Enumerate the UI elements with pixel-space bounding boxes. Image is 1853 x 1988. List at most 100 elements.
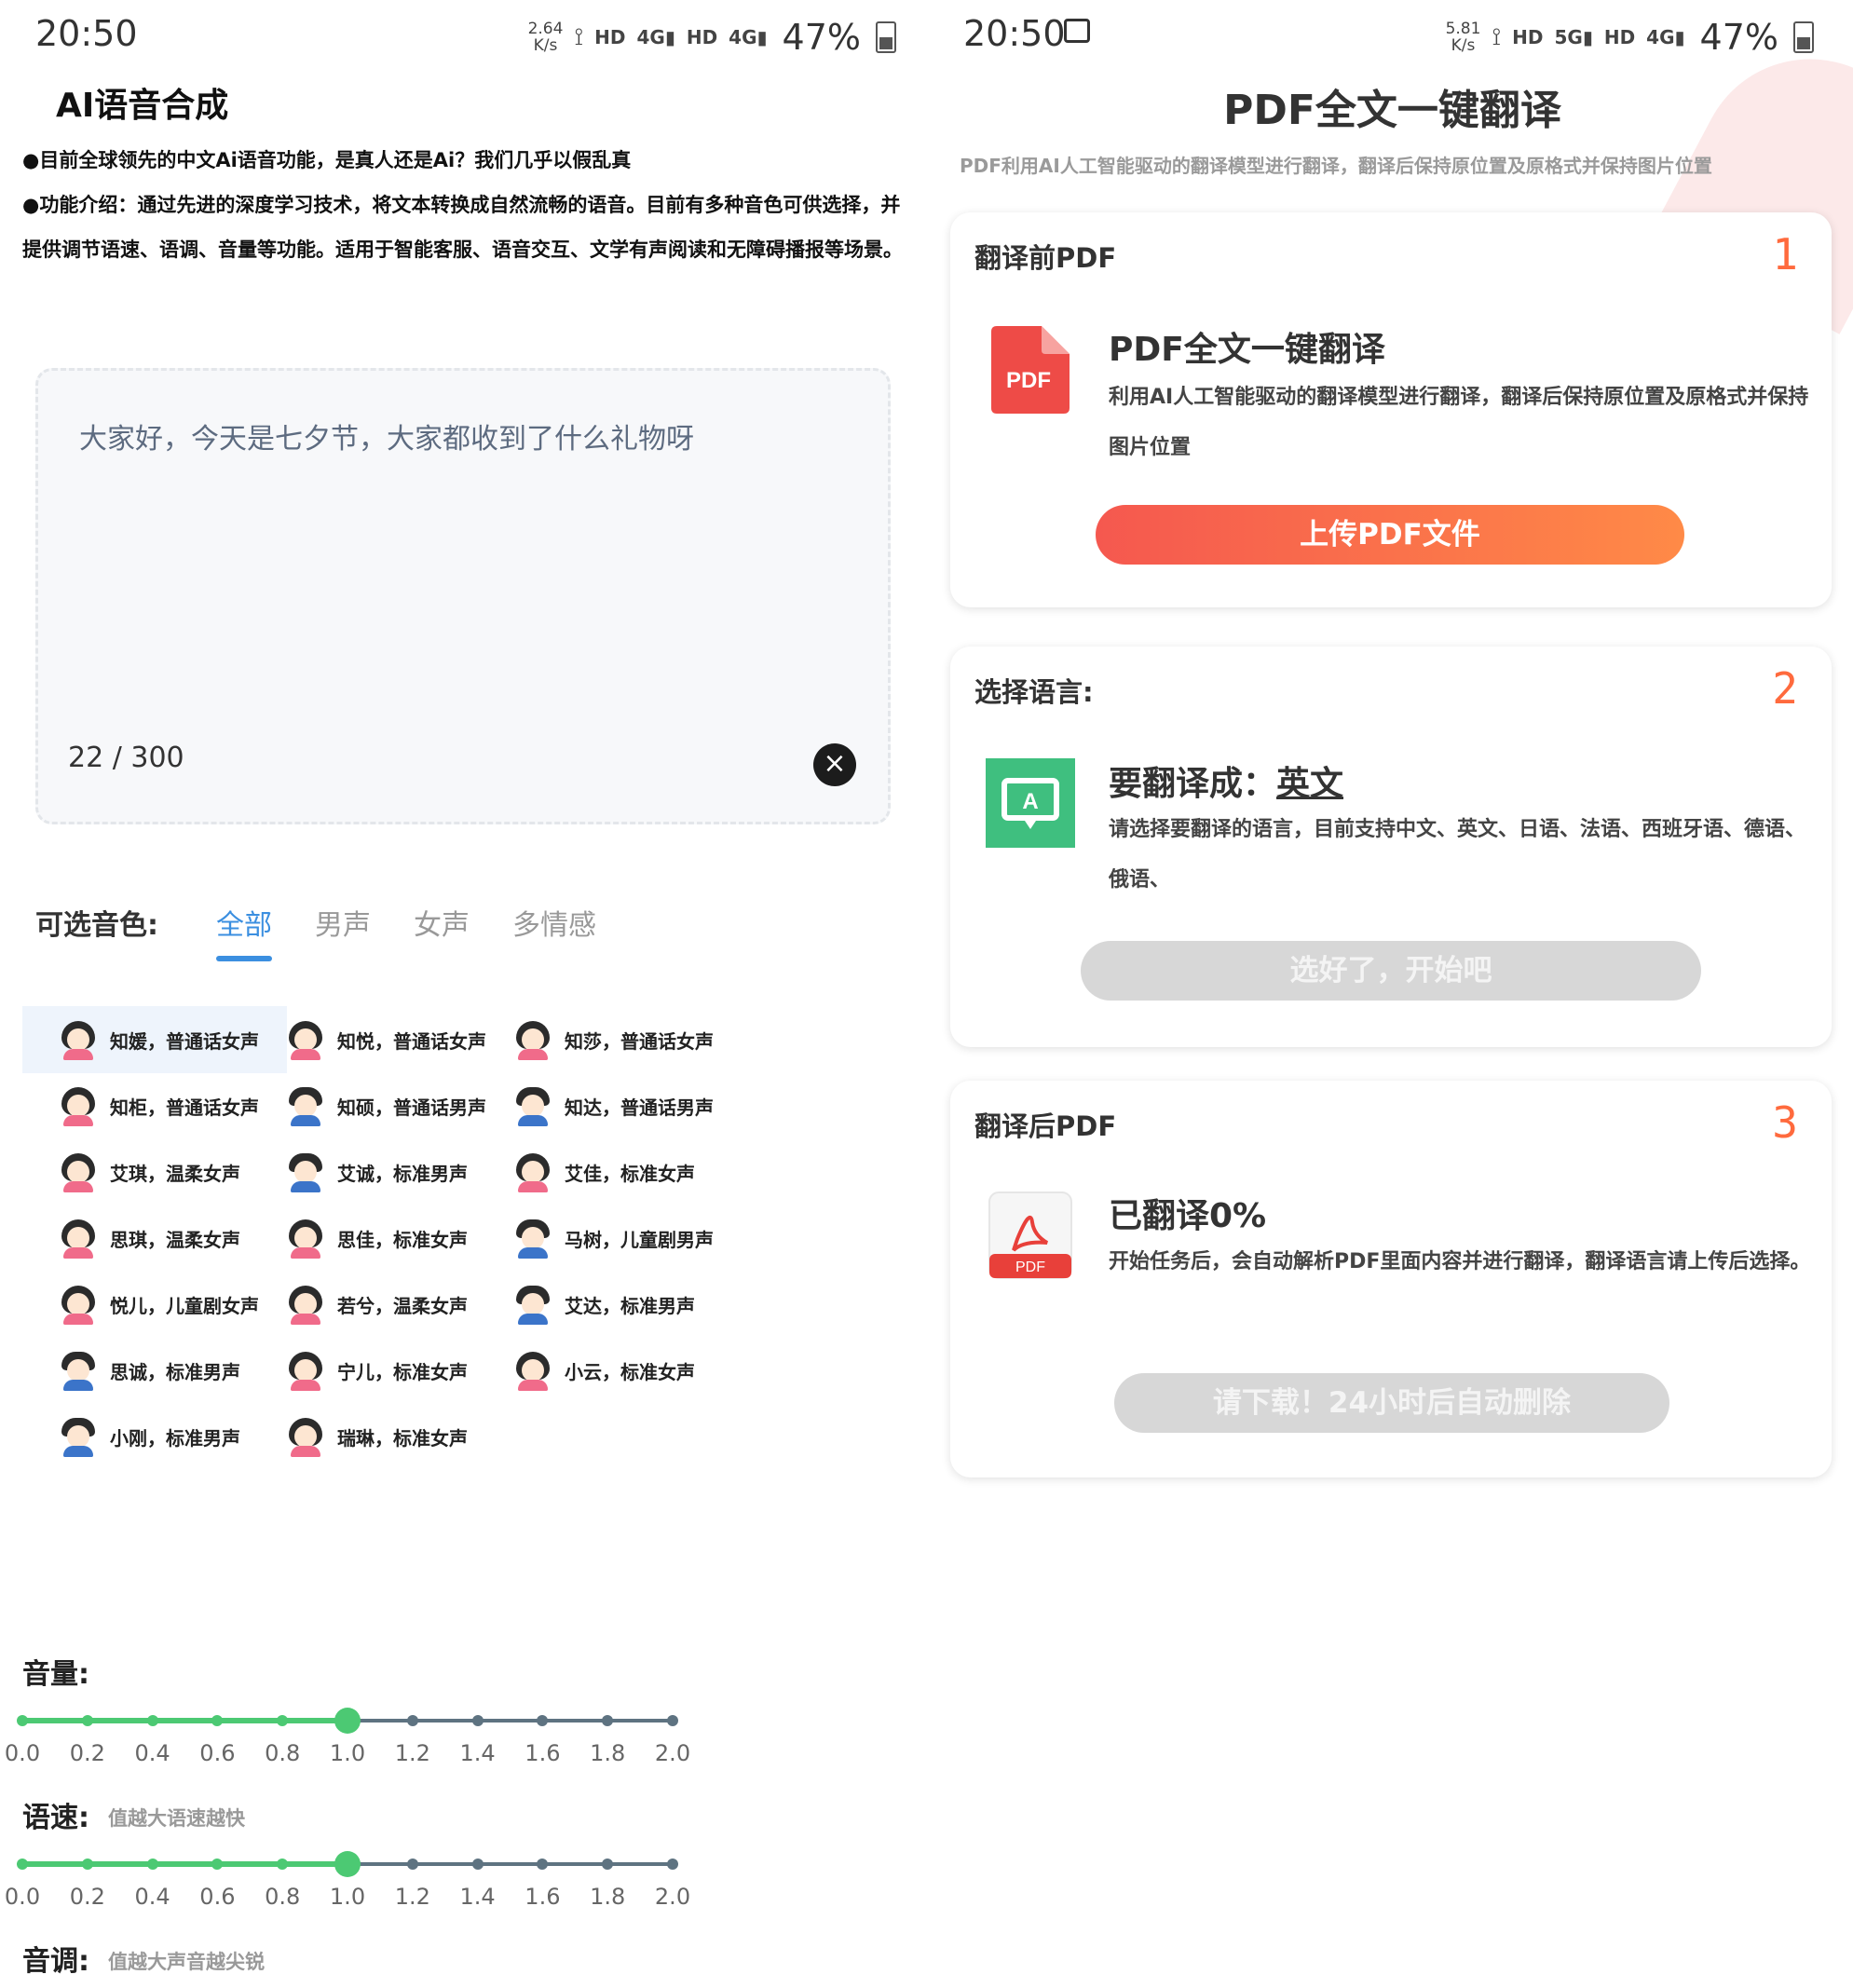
- slider-step-dot[interactable]: [146, 1859, 158, 1870]
- voice-name: 艾诚，标准男声: [337, 1162, 468, 1185]
- voice-option[interactable]: 知硕，普通话男声: [250, 1072, 514, 1139]
- voice-option[interactable]: 瑞琳，标准女声: [250, 1403, 514, 1470]
- voice-name: 瑞琳，标准女声: [337, 1426, 468, 1450]
- signal-icon: 4G▮: [636, 26, 675, 48]
- voice-option[interactable]: 小刚，标准男声: [22, 1403, 287, 1470]
- tick-label: 0.4: [134, 1884, 170, 1910]
- tick-label: 2.0: [654, 1740, 691, 1766]
- slider-step-dot[interactable]: [602, 1859, 614, 1870]
- clear-icon[interactable]: ×: [813, 743, 856, 786]
- tab-female[interactable]: 女声: [414, 902, 470, 961]
- battery-icon: [1793, 21, 1814, 53]
- text-input-area[interactable]: 大家好，今天是七夕节，大家都收到了什么礼物呀 22 / 300 ×: [35, 368, 891, 824]
- female-avatar-icon: [285, 1350, 326, 1391]
- pdf-file-icon: PDF: [986, 322, 1075, 415]
- voice-option[interactable]: 若兮，温柔女声: [250, 1271, 514, 1338]
- slider-step-dot[interactable]: [602, 1715, 614, 1726]
- slider-thumb[interactable]: [334, 1851, 361, 1877]
- download-button[interactable]: 请下载！24小时后自动删除: [1114, 1373, 1669, 1433]
- tick-label: 0.0: [4, 1884, 41, 1910]
- start-button[interactable]: 选好了，开始吧: [1081, 941, 1701, 1001]
- voice-option[interactable]: 艾达，标准男声: [477, 1271, 742, 1338]
- voice-name: 艾佳，标准女声: [565, 1162, 695, 1185]
- slider-step-dot[interactable]: [471, 1715, 484, 1726]
- slider-step-dot[interactable]: [17, 1715, 28, 1726]
- intro-line-2: ●功能介绍：通过先进的深度学习技术，将文本转换成自然流畅的语音。目前有多种音色可…: [22, 194, 903, 261]
- tab-all[interactable]: 全部: [216, 902, 272, 961]
- slider-step-dot[interactable]: [277, 1859, 289, 1870]
- slider-step-dot[interactable]: [211, 1715, 224, 1726]
- volume-slider[interactable]: [17, 1707, 678, 1735]
- hd-label-2: HD: [686, 26, 718, 48]
- slider-step-dot[interactable]: [17, 1859, 28, 1870]
- tick-label: 0.6: [199, 1884, 236, 1910]
- voice-option[interactable]: 艾诚，标准男声: [250, 1138, 514, 1205]
- page-title: PDF全文一键翻译: [1223, 87, 1561, 134]
- voice-option[interactable]: 知媛，普通话女声: [22, 1006, 287, 1073]
- text-content[interactable]: 大家好，今天是七夕节，大家都收到了什么礼物呀: [79, 415, 694, 456]
- tick-label: 0.2: [69, 1740, 105, 1766]
- voice-name: 思诚，标准男声: [110, 1360, 240, 1383]
- voice-option[interactable]: 知悦，普通话女声: [250, 1006, 514, 1073]
- step-number: 1: [1772, 229, 1798, 279]
- card-head: 选择语言:: [974, 676, 1094, 708]
- voice-option[interactable]: 悦儿，儿童剧女声: [22, 1271, 287, 1338]
- slider-step-dot[interactable]: [406, 1715, 418, 1726]
- slider-step-dot[interactable]: [146, 1715, 158, 1726]
- wifi-icon: ⟟: [574, 22, 584, 51]
- card-title: 要翻译成：英文: [1109, 765, 1344, 803]
- female-avatar-icon: [58, 1019, 99, 1060]
- slider-step-dot[interactable]: [537, 1859, 549, 1870]
- slider-fill: [22, 1861, 347, 1867]
- voice-option[interactable]: 思佳，标准女声: [250, 1205, 514, 1272]
- male-avatar-icon: [58, 1350, 99, 1391]
- target-language[interactable]: 英文: [1276, 765, 1343, 803]
- right-screen: 20:50 5.81 K/s ⟟ HD 5G▮ HD 4G▮ 47% PDF全文一…: [932, 0, 1853, 1988]
- slider-step-dot[interactable]: [537, 1715, 549, 1726]
- voice-option[interactable]: 宁儿，标准女声: [250, 1337, 514, 1404]
- tick-label: 1.2: [394, 1740, 430, 1766]
- slider-thumb[interactable]: [334, 1708, 361, 1734]
- male-avatar-icon: [512, 1218, 553, 1259]
- slider-step-dot[interactable]: [471, 1859, 484, 1870]
- tick-label: 2.0: [654, 1884, 691, 1910]
- voice-name: 知悦，普通话女声: [337, 1029, 486, 1053]
- voice-option[interactable]: 知柜，普通话女声: [22, 1072, 287, 1139]
- slider-step-dot[interactable]: [667, 1859, 678, 1870]
- card-upload: 翻译前PDF 1 PDF PDF全文一键翻译 利用AI人工智能驱动的翻译模型进行…: [950, 212, 1832, 607]
- voice-option[interactable]: 知莎，普通话女声: [477, 1006, 742, 1073]
- slider-fill: [22, 1718, 347, 1723]
- female-avatar-icon: [58, 1284, 99, 1325]
- voice-option[interactable]: 思诚，标准男声: [22, 1337, 287, 1404]
- slider-step-dot[interactable]: [81, 1715, 93, 1726]
- voice-option[interactable]: 艾佳，标准女声: [477, 1138, 742, 1205]
- step-number: 3: [1772, 1097, 1798, 1148]
- card-head: 翻译前PDF: [974, 242, 1117, 274]
- voice-option[interactable]: 知达，普通话男声: [477, 1072, 742, 1139]
- pitch-label: 音调:: [22, 1945, 89, 1978]
- tick-label: 0.2: [69, 1884, 105, 1910]
- voice-option[interactable]: 马树，儿童剧男声: [477, 1205, 742, 1272]
- page-subtitle: PDF利用AI人工智能驱动的翻译模型进行翻译，翻译后保持原位置及原格式并保持图片…: [960, 155, 1712, 177]
- slider-step-dot[interactable]: [81, 1859, 93, 1870]
- speed-slider[interactable]: [17, 1850, 678, 1878]
- slider-step-dot[interactable]: [667, 1715, 678, 1726]
- voice-option[interactable]: 小云，标准女声: [477, 1337, 742, 1404]
- upload-pdf-button[interactable]: 上传PDF文件: [1096, 505, 1684, 565]
- status-time: 20:50: [35, 13, 138, 54]
- tick-label: 0.0: [4, 1740, 41, 1766]
- slider-step-dot[interactable]: [211, 1859, 224, 1870]
- tick-label: 0.8: [265, 1740, 301, 1766]
- female-avatar-icon: [58, 1085, 99, 1126]
- voice-option[interactable]: 艾琪，温柔女声: [22, 1138, 287, 1205]
- female-avatar-icon: [512, 1350, 553, 1391]
- tab-emotional[interactable]: 多情感: [512, 902, 596, 961]
- slider-step-dot[interactable]: [406, 1859, 418, 1870]
- translate-icon: A: [986, 756, 1075, 850]
- tab-male[interactable]: 男声: [315, 902, 371, 961]
- voice-name: 知柜，普通话女声: [110, 1096, 259, 1119]
- voice-option[interactable]: 思琪，温柔女声: [22, 1205, 287, 1272]
- card-title: PDF全文一键翻译: [1109, 331, 1385, 369]
- slider-step-dot[interactable]: [277, 1715, 289, 1726]
- tick-label: 0.6: [199, 1740, 236, 1766]
